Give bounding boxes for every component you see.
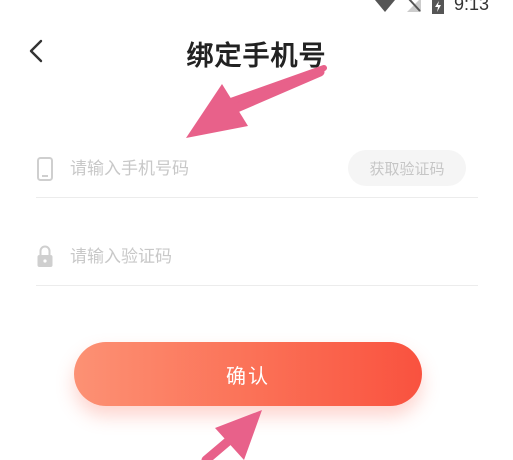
signal-icon [406,0,421,12]
phone-icon [37,157,53,181]
confirm-button-wrap: 确认 [74,342,422,406]
phone-input[interactable] [70,154,340,184]
code-input-row [36,230,478,286]
confirm-button[interactable]: 确认 [74,342,422,406]
annotation-arrow-bottom [201,410,262,460]
wifi-icon [375,0,395,12]
status-bar: 9:13 [333,0,513,14]
phone-input-row: 获取验证码 [36,142,478,198]
header: 绑定手机号 [0,28,513,72]
get-code-button[interactable]: 获取验证码 [348,150,466,186]
lock-icon [37,245,53,267]
battery-icon [431,0,444,14]
status-time: 9:13 [453,0,489,14]
annotation-arrow-top [186,65,327,138]
page-title: 绑定手机号 [186,41,327,72]
code-input[interactable] [70,242,340,272]
